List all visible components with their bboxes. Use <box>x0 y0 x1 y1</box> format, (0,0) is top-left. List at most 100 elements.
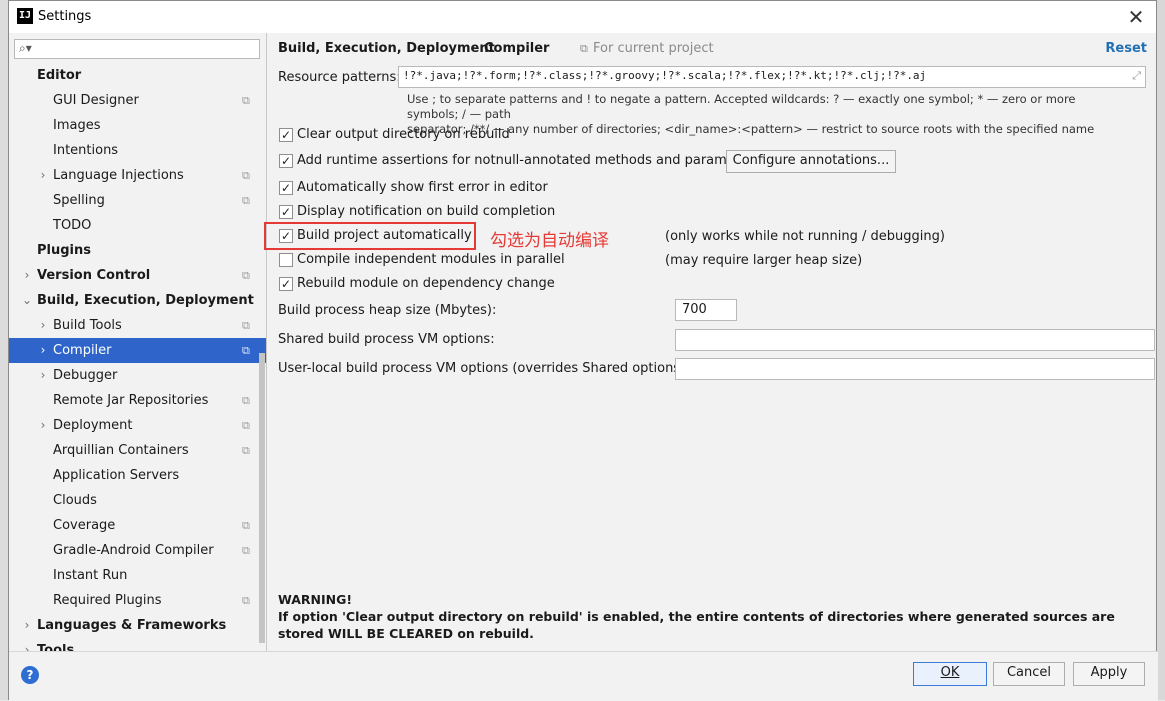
breadcrumb-separator-icon: › <box>471 41 477 56</box>
help-icon[interactable]: ? <box>21 666 39 684</box>
sidebar-item-label: Gradle-Android Compiler <box>53 543 214 558</box>
project-scope-icon: ⧉ <box>242 444 250 457</box>
warning-text: If option 'Clear output directory on reb… <box>278 609 1115 641</box>
sidebar-item-debugger[interactable]: › Debugger <box>9 363 266 388</box>
sidebar-item-clouds[interactable]: Clouds <box>9 488 266 513</box>
breadcrumb-current: Compiler <box>484 41 550 56</box>
project-scope-icon: ⧉ <box>242 269 250 282</box>
sidebar-item-instant-run[interactable]: Instant Run <box>9 563 266 588</box>
sidebar-item-label: Spelling <box>53 193 105 208</box>
sidebar-item-gradle-android-compiler[interactable]: Gradle-Android Compiler ⧉ <box>9 538 266 563</box>
heap-size-label: Build process heap size (Mbytes): <box>278 303 497 318</box>
window-title: Settings <box>38 9 92 24</box>
sidebar-item-label: Compiler <box>53 343 112 358</box>
settings-dialog: IJ Settings ✕ ⌕▾ Editor GUI Designer ⧉ Imag… <box>8 0 1158 701</box>
dialog-footer: ? OK Cancel Apply <box>9 651 1158 701</box>
chevron-right-icon[interactable]: › <box>37 363 49 388</box>
sidebar-item-deployment[interactable]: › Deployment ⧉ <box>9 413 266 438</box>
sidebar-item-label: Instant Run <box>53 568 128 583</box>
configure-annotations-button[interactable]: Configure annotations... <box>726 150 896 173</box>
rebuild-on-dependency-checkbox[interactable]: ✓ <box>279 277 293 291</box>
sidebar-item-intentions[interactable]: Intentions <box>9 138 266 163</box>
chevron-right-icon[interactable]: › <box>37 163 49 188</box>
sidebar-item-label: Build, Execution, Deployment <box>37 293 254 308</box>
sidebar-item-label: Required Plugins <box>53 593 162 608</box>
intellij-app-icon: IJ <box>17 8 33 24</box>
chevron-right-icon[interactable]: › <box>21 263 33 288</box>
runtime-assertions-checkbox[interactable]: ✓ <box>279 154 293 168</box>
background-window-edge-right <box>1157 0 1165 700</box>
project-scope-icon: ⧉ <box>242 519 250 532</box>
sidebar-item-label: Application Servers <box>53 468 180 483</box>
resource-patterns-label: Resource patterns: <box>278 70 401 85</box>
sidebar-item-label: Debugger <box>53 368 118 383</box>
clear-output-checkbox[interactable]: ✓ <box>279 128 293 142</box>
chevron-right-icon[interactable]: › <box>37 313 49 338</box>
chevron-right-icon[interactable]: › <box>37 338 49 363</box>
build-automatically-note: (only works while not running / debuggin… <box>665 229 945 244</box>
cancel-button[interactable]: Cancel <box>993 662 1065 686</box>
user-local-vm-options-input[interactable] <box>675 358 1155 380</box>
sidebar-item-spelling[interactable]: Spelling ⧉ <box>9 188 266 213</box>
sidebar-item-label: TODO <box>53 218 92 233</box>
sidebar-scrollbar[interactable] <box>259 353 265 643</box>
resource-patterns-value: !?*.java;!?*.form;!?*.class;!?*.groovy;!… <box>403 69 927 82</box>
for-current-project-label: For current project <box>593 41 714 56</box>
compile-parallel-label: Compile independent modules in parallel <box>297 252 565 267</box>
reset-link[interactable]: Reset <box>1105 41 1147 56</box>
runtime-assertions-label: Add runtime assertions for notnull-annot… <box>297 153 761 168</box>
settings-search-input[interactable]: ⌕▾ <box>14 39 260 59</box>
ok-label: OK <box>940 665 960 680</box>
compile-parallel-note: (may require larger heap size) <box>665 253 863 268</box>
sidebar-item-version-control[interactable]: › Version Control ⧉ <box>9 263 266 288</box>
sidebar-item-build-execution-deployment[interactable]: ⌄ Build, Execution, Deployment <box>9 288 266 313</box>
sidebar-item-arquillian-containers[interactable]: Arquillian Containers ⧉ <box>9 438 266 463</box>
chevron-right-icon[interactable]: › <box>37 413 49 438</box>
sidebar-item-label: Editor <box>37 68 82 83</box>
sidebar-item-tools[interactable]: › Tools <box>9 638 266 651</box>
sidebar-item-compiler[interactable]: › Compiler ⧉ <box>9 338 266 363</box>
sidebar-item-languages-frameworks[interactable]: › Languages & Frameworks <box>9 613 266 638</box>
compiler-settings-panel: Build, Execution, Deployment › Compiler … <box>264 33 1156 651</box>
apply-button[interactable]: Apply <box>1073 662 1145 686</box>
resource-patterns-input[interactable]: !?*.java;!?*.form;!?*.class;!?*.groovy;!… <box>398 66 1146 88</box>
sidebar-item-language-injections[interactable]: › Language Injections ⧉ <box>9 163 266 188</box>
sidebar-item-label: GUI Designer <box>53 93 139 108</box>
sidebar-item-application-servers[interactable]: Application Servers <box>9 463 266 488</box>
sidebar-item-label: Remote Jar Repositories <box>53 393 209 408</box>
expand-icon[interactable]: ⤢ <box>1132 69 1141 83</box>
project-scope-icon: ⧉ <box>242 169 250 182</box>
sidebar-item-build-tools[interactable]: › Build Tools ⧉ <box>9 313 266 338</box>
sidebar-item-remote-jar-repositories[interactable]: Remote Jar Repositories ⧉ <box>9 388 266 413</box>
close-icon[interactable]: ✕ <box>1124 5 1148 29</box>
hint-line-1: Use ; to separate patterns and ! to nega… <box>407 92 1076 121</box>
sidebar-item-editor[interactable]: Editor <box>9 63 266 88</box>
compile-parallel-checkbox[interactable] <box>279 253 293 267</box>
sidebar-item-gui-designer[interactable]: GUI Designer ⧉ <box>9 88 266 113</box>
chevron-right-icon[interactable]: › <box>21 613 33 638</box>
background-window-edge <box>0 0 8 700</box>
sidebar-item-label: Languages & Frameworks <box>37 618 227 633</box>
sidebar-item-coverage[interactable]: Coverage ⧉ <box>9 513 266 538</box>
hint-line-2: separator; /**/ — any number of director… <box>407 122 1095 136</box>
chevron-down-icon[interactable]: ⌄ <box>21 288 33 313</box>
title-bar: IJ Settings ✕ <box>9 1 1156 33</box>
sidebar-item-label: Build Tools <box>53 318 122 333</box>
sidebar-item-images[interactable]: Images <box>9 113 266 138</box>
heap-size-input[interactable]: 700 <box>675 299 737 321</box>
ok-button[interactable]: OK <box>913 662 987 686</box>
show-first-error-checkbox[interactable]: ✓ <box>279 181 293 195</box>
sidebar-item-label: Images <box>53 118 101 133</box>
sidebar-item-label: Version Control <box>37 268 151 283</box>
show-first-error-label: Automatically show first error in editor <box>297 180 548 195</box>
shared-vm-options-input[interactable] <box>675 329 1155 351</box>
warning-title: WARNING! <box>278 592 353 607</box>
project-scope-icon: ⧉ <box>580 42 588 55</box>
sidebar-item-required-plugins[interactable]: Required Plugins ⧉ <box>9 588 266 613</box>
sidebar-item-todo[interactable]: TODO <box>9 213 266 238</box>
project-scope-icon: ⧉ <box>242 594 250 607</box>
display-notification-checkbox[interactable]: ✓ <box>279 205 293 219</box>
breadcrumb-parent[interactable]: Build, Execution, Deployment <box>278 41 495 56</box>
chevron-right-icon[interactable]: › <box>21 638 33 651</box>
sidebar-item-plugins[interactable]: Plugins <box>9 238 266 263</box>
